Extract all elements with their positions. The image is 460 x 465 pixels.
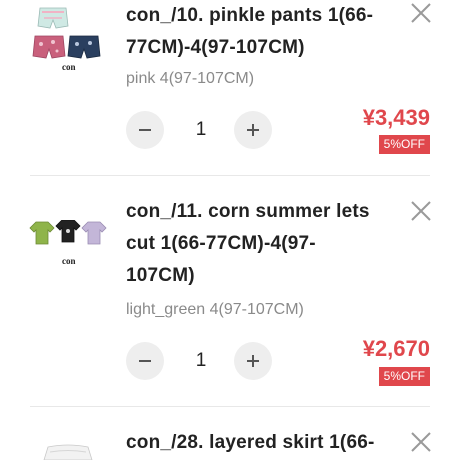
item-price: ¥3,439: [362, 105, 430, 130]
quantity-value[interactable]: 1: [184, 119, 218, 141]
product-title-line: 77CM)-4(97-107CM): [126, 37, 305, 58]
close-icon: [411, 3, 431, 23]
discount-badge: 5%OFF: [378, 135, 430, 154]
cart-item: con con_/11. corn summer lets cut 1(66-7…: [0, 176, 460, 406]
increment-button[interactable]: [234, 111, 272, 149]
product-title[interactable]: con_/11. corn summer lets cut 1(66-77CM)…: [126, 196, 396, 292]
plus-icon: [247, 355, 259, 367]
minus-icon: [139, 129, 151, 131]
quantity-stepper: 1: [126, 111, 276, 151]
close-icon: [411, 432, 431, 452]
decrement-button[interactable]: [126, 342, 164, 380]
product-title-line: con_/28. layered skirt 1(66-: [126, 432, 375, 453]
variant-label: pink 4(97-107CM): [126, 70, 255, 87]
cart-item: con con_/10. pinkle pants 1(66- 77CM)-4(…: [0, 0, 460, 175]
product-thumbnail[interactable]: [28, 443, 108, 461]
product-title-line: cut 1(66-77CM)-4(97-: [126, 233, 316, 254]
quantity-value[interactable]: 1: [184, 350, 218, 372]
quantity-stepper: 1: [126, 342, 276, 382]
remove-item-button[interactable]: [408, 0, 434, 26]
item-price: ¥2,670: [362, 336, 430, 361]
discount-badge: 5%OFF: [378, 367, 430, 386]
plus-icon: [247, 124, 259, 136]
close-icon: [411, 201, 431, 221]
product-thumbnail[interactable]: con: [28, 2, 108, 74]
variant-label: light_green 4(97-107CM): [126, 301, 304, 318]
brand-label: con: [62, 62, 76, 72]
product-title-line: con_/11. corn summer lets: [126, 201, 370, 222]
remove-item-button[interactable]: [408, 198, 434, 224]
product-thumbnail[interactable]: con: [28, 219, 108, 280]
increment-button[interactable]: [234, 342, 272, 380]
product-title[interactable]: con_/10. pinkle pants 1(66- 77CM)-4(97-1…: [126, 0, 396, 64]
product-title-line: 107CM): [126, 265, 195, 286]
skirt-product-image: [43, 444, 93, 461]
product-title[interactable]: con_/28. layered skirt 1(66-: [126, 427, 396, 459]
cart-item: con_/28. layered skirt 1(66-: [0, 407, 460, 461]
brand-label: con: [62, 256, 76, 266]
decrement-button[interactable]: [126, 111, 164, 149]
minus-icon: [139, 360, 151, 362]
remove-item-button[interactable]: [408, 429, 434, 455]
product-title-line: con_/10. pinkle pants 1(66-: [126, 5, 374, 26]
